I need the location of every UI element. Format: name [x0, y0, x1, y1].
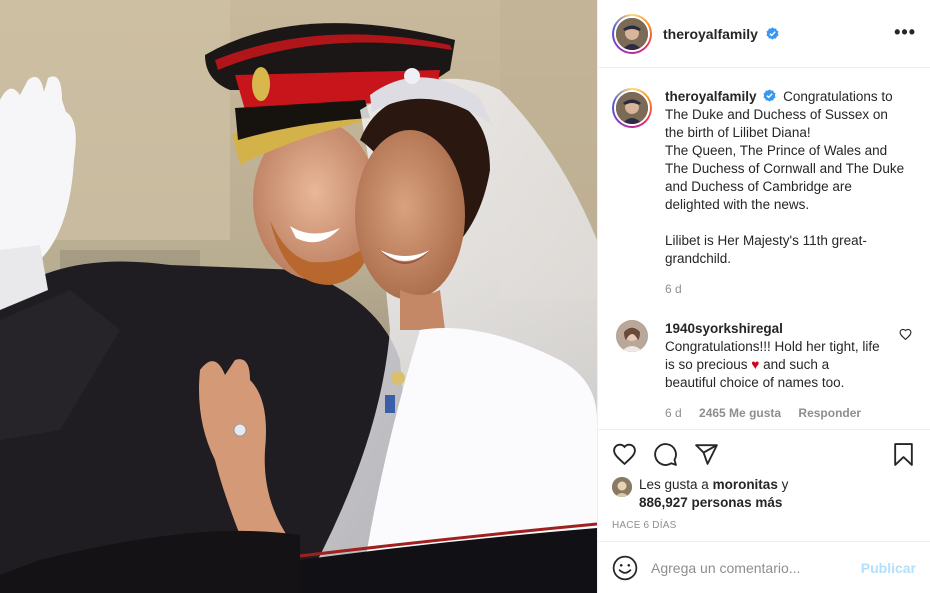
comment-avatar[interactable]	[616, 320, 648, 352]
verified-icon	[763, 89, 776, 102]
profile-avatar[interactable]	[612, 13, 652, 54]
comment-input[interactable]	[651, 559, 861, 576]
caption-avatar[interactable]	[612, 88, 652, 128]
comment-likes[interactable]: 2465 Me gusta	[699, 406, 781, 420]
avatar-image	[616, 320, 648, 352]
caption-text-2: The Queen, The Prince of Wales and The D…	[665, 143, 905, 212]
caption-username[interactable]: theroyalfamily	[665, 89, 757, 104]
caption-text-3: Lilibet is Her Majesty's 11th great-gran…	[665, 233, 867, 266]
comment-time[interactable]: 6 d	[665, 406, 682, 420]
avatar-image	[612, 477, 632, 497]
likes-others[interactable]: 886,927 personas más	[639, 495, 782, 510]
add-comment-bar: Publicar	[598, 541, 930, 593]
comment-meta: 6 d 2465 Me gusta Responder	[665, 404, 880, 422]
post-header: theroyalfamily •••	[598, 0, 930, 68]
comment: 1940syorkshiregal Congratulations!!! Hol…	[612, 320, 916, 422]
instagram-post: theroyalfamily ••• theroyalfamily Congra…	[0, 0, 930, 593]
heart-icon[interactable]	[612, 442, 637, 467]
verified-icon	[766, 26, 779, 40]
likes-connector: y	[777, 477, 789, 492]
more-icon[interactable]: •••	[894, 22, 916, 43]
posted-ago[interactable]: HACE 6 DÍAS	[612, 520, 916, 531]
caption-body: theroyalfamily Congratulations to The Du…	[665, 88, 905, 298]
action-icons	[612, 440, 916, 468]
post-side-panel: theroyalfamily ••• theroyalfamily Congra…	[597, 0, 930, 593]
post-photo[interactable]	[0, 0, 597, 593]
liker-avatar[interactable]	[612, 477, 632, 497]
caption-meta: 6 d	[665, 280, 905, 298]
emoji-icon[interactable]	[612, 555, 638, 581]
avatar-image	[616, 92, 648, 124]
actions-section: Les gusta a moronitas y 886,927 personas…	[598, 429, 930, 531]
comment-like-heart-icon[interactable]	[899, 328, 912, 341]
comments-area: theroyalfamily Congratulations to The Du…	[598, 68, 930, 429]
header-username-text[interactable]: theroyalfamily	[663, 26, 758, 42]
caption-time[interactable]: 6 d	[665, 282, 682, 296]
liker-username[interactable]: moronitas	[713, 477, 778, 492]
header-username[interactable]: theroyalfamily	[663, 26, 779, 42]
comment-body: 1940syorkshiregal Congratulations!!! Hol…	[665, 320, 880, 422]
publish-button[interactable]: Publicar	[861, 560, 916, 576]
reply-button[interactable]: Responder	[798, 406, 861, 420]
caption: theroyalfamily Congratulations to The Du…	[612, 88, 916, 298]
comment-username[interactable]: 1940syorkshiregal	[665, 321, 783, 336]
likes-summary: Les gusta a moronitas y 886,927 personas…	[612, 476, 916, 512]
share-icon[interactable]	[694, 442, 719, 467]
likes-text: Les gusta a moronitas y 886,927 personas…	[639, 476, 788, 512]
likes-prefix: Les gusta a	[639, 477, 713, 492]
wedding-photo	[0, 0, 597, 593]
bookmark-icon[interactable]	[891, 442, 916, 467]
avatar-image	[616, 17, 648, 50]
comment-icon[interactable]	[653, 442, 678, 467]
